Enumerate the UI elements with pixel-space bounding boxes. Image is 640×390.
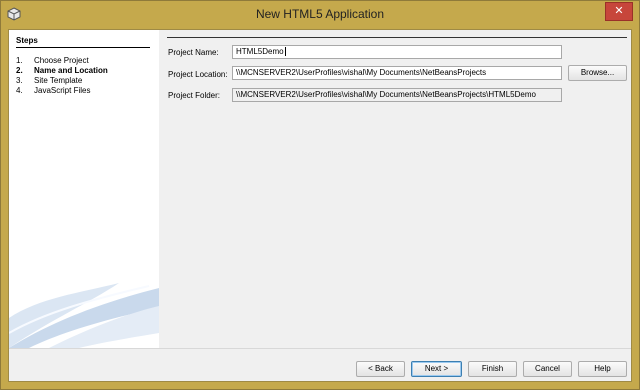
step-item-javascript-files: 4. JavaScript Files — [16, 86, 108, 96]
back-button[interactable]: < Back — [356, 361, 405, 377]
step-number: 1. — [16, 56, 23, 65]
step-label: JavaScript Files — [34, 86, 91, 95]
steps-panel: Steps 1. Choose Project 2. Name and Locati… — [9, 30, 159, 348]
step-item-site-template: 3. Site Template — [16, 76, 108, 86]
title-bar[interactable]: New HTML5 Application ✕ — [1, 1, 639, 29]
step-item-name-and-location: 2. Name and Location — [16, 66, 108, 76]
text-caret — [284, 47, 286, 57]
finish-button[interactable]: Finish — [468, 361, 517, 377]
project-name-value: HTML5Demo — [236, 47, 284, 56]
step-label: Site Template — [34, 76, 83, 85]
next-button[interactable]: Next > — [411, 361, 462, 377]
wizard-content: Project Name: HTML5Demo Project Location… — [159, 30, 631, 348]
step-label: Choose Project — [34, 56, 89, 65]
window-title: New HTML5 Application — [255, 7, 385, 21]
decorative-swoosh-graphic — [9, 283, 159, 348]
help-button[interactable]: Help — [578, 361, 627, 377]
cancel-button[interactable]: Cancel — [523, 361, 572, 377]
project-location-label: Project Location: — [168, 70, 228, 79]
step-item-choose-project: 1. Choose Project — [16, 56, 108, 66]
button-bar: < Back Next > Finish Cancel Help — [9, 348, 631, 381]
step-number: 2. — [16, 66, 23, 75]
project-folder-value: \\MCNSERVER2\UserProfiles\vishal\My Docu… — [236, 90, 536, 99]
dialog-body: Steps 1. Choose Project 2. Name and Locati… — [8, 29, 632, 382]
step-number: 3. — [16, 76, 23, 85]
project-name-input[interactable]: HTML5Demo — [232, 45, 562, 59]
project-folder-field: \\MCNSERVER2\UserProfiles\vishal\My Docu… — [232, 88, 562, 102]
project-location-input[interactable]: \\MCNSERVER2\UserProfiles\vishal\My Docu… — [232, 66, 562, 80]
dialog-window: New HTML5 Application ✕ Steps 1. Choose P… — [0, 0, 640, 390]
step-label: Name and Location — [34, 66, 108, 75]
project-folder-label: Project Folder: — [168, 91, 221, 100]
project-name-label: Project Name: — [168, 48, 219, 57]
header-divider — [167, 37, 627, 38]
project-location-value: \\MCNSERVER2\UserProfiles\vishal\My Docu… — [236, 68, 487, 77]
close-icon: ✕ — [614, 5, 624, 17]
close-button[interactable]: ✕ — [605, 2, 633, 21]
browse-button[interactable]: Browse... — [568, 65, 627, 81]
steps-heading: Steps — [16, 36, 150, 48]
step-number: 4. — [16, 86, 23, 95]
steps-list: 1. Choose Project 2. Name and Location 3. S… — [16, 56, 108, 96]
